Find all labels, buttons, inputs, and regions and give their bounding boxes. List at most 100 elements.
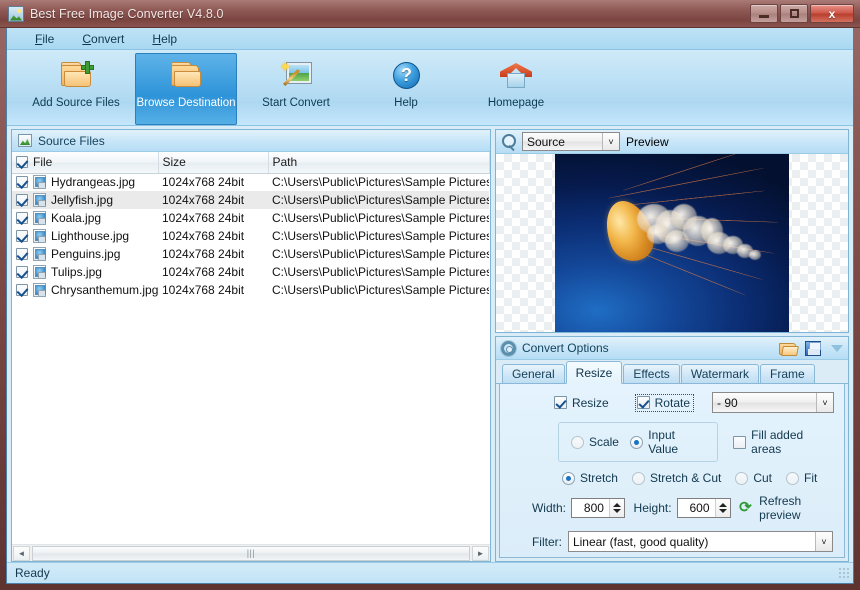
menu-bar: File Convert Help [7,28,853,50]
save-disk-icon[interactable] [804,340,823,357]
rotate-value-select[interactable]: - 90 ˅ [712,392,834,413]
row-checkbox[interactable] [16,212,28,224]
cell-path: C:\Users\Public\Pictures\Sample Pictures… [272,175,490,190]
jpg-file-icon [33,175,46,190]
close-button[interactable]: x [810,4,854,23]
tab-general[interactable]: General [501,364,565,383]
scale-radio[interactable] [570,435,584,449]
cell-file: Chrysanthemum.jpg [12,281,158,299]
folder-icon [169,60,203,90]
jpg-file-icon [33,229,46,243]
source-files-panel: Source Files File Size Path Hydrangeas.j… [11,129,491,562]
file-name: Penguins.jpg [51,247,121,261]
input-value-radio[interactable] [630,435,644,449]
table-row[interactable]: Lighthouse.jpg 1024x768 24bit C:\Users\Pub… [12,227,489,245]
column-header-size[interactable]: Size [158,152,269,174]
toolbar-label-homepage: Homepage [487,97,545,109]
file-name: Hydrangeas.jpg [51,175,136,190]
jpg-file-icon [33,247,46,261]
filter-value: Linear (fast, good quality) [568,534,815,549]
maximize-button[interactable] [780,4,808,23]
scrollbar-thumb[interactable]: ||| [32,545,470,561]
width-value: 800 [583,501,604,515]
resize-checkbox-label: Resize [571,395,609,410]
folder-plus-icon [59,60,94,90]
resize-checkbox[interactable] [553,396,567,409]
table-row[interactable]: Penguins.jpg 1024x768 24bit C:\Users\Publi… [12,245,489,263]
cell-path: C:\Users\Public\Pictures\Sample Pictures… [268,191,490,209]
column-header-path[interactable]: Path [268,152,490,174]
width-stepper-arrows[interactable] [608,499,624,517]
rotate-checkbox[interactable] [636,396,650,409]
source-files-list[interactable]: File Size Path Hydrangeas.jpg 1024x768 24… [12,152,490,544]
cut-radio[interactable] [735,471,749,485]
home-icon [499,60,533,90]
stretch-and-cut-radio[interactable] [631,471,645,485]
cell-size: 1024x768 24bit [158,191,268,209]
toolbar-button-homepage[interactable]: Homepage [465,53,567,125]
convert-options-title: Convert Options [521,341,609,355]
table-row[interactable]: Koala.jpg 1024x768 24bit C:\Users\Public\P… [12,209,489,227]
height-value: 600 [689,501,710,515]
menu-item-file[interactable]: File [21,30,68,48]
height-stepper[interactable]: 600 [676,498,731,518]
row-checkbox[interactable] [16,284,28,296]
toolbar-button-browse-destination[interactable]: Browse Destination [135,53,237,125]
chevron-down-icon[interactable] [831,344,843,352]
filter-label: Filter: [531,534,562,549]
open-folder-icon[interactable] [779,340,799,357]
row-checkbox[interactable] [16,176,28,189]
tab-effects[interactable]: Effects [623,364,680,383]
fill-added-areas-checkbox[interactable] [733,435,747,449]
jpg-file-icon [33,283,46,297]
select-all-checkbox[interactable] [16,156,28,169]
toolbar-label-browse-destination: Browse Destination [136,97,236,109]
column-header-file[interactable]: File [12,152,159,174]
tab-watermark[interactable]: Watermark [680,364,760,383]
preview-mode-select[interactable]: Source ˅ [521,132,620,151]
preview-canvas[interactable] [495,154,848,332]
minimize-button[interactable] [750,4,778,23]
width-stepper[interactable]: 800 [571,498,625,518]
stretch-radio[interactable] [561,471,575,485]
tab-frame[interactable]: Frame [760,364,815,383]
table-row[interactable]: Tulips.jpg 1024x768 24bit C:\Users\Public\… [12,263,489,281]
filter-select[interactable]: Linear (fast, good quality) ˅ [567,531,833,552]
resize-tab-panel: Resize Rotate - 90 ˅ Scale Input Value F… [498,384,845,558]
row-checkbox[interactable] [16,248,28,260]
horizontal-scrollbar[interactable]: ◄ ||| ► [12,544,490,561]
cell-size: 1024x768 24bit [162,265,245,279]
toolbar-button-start-convert[interactable]: ✦ Start Convert [245,53,347,125]
height-stepper-arrows[interactable] [714,499,730,517]
scroll-left-arrow[interactable]: ◄ [13,545,30,561]
row-checkbox[interactable] [16,266,28,278]
stretch-and-cut-radio-label: Stretch & Cut [649,471,722,485]
rotate-checkbox-group[interactable]: Rotate [634,393,694,412]
table-row[interactable]: Chrysanthemum.jpg 1024x768 24bit C:\Users\… [12,281,489,299]
scroll-right-arrow[interactable]: ► [471,545,489,561]
close-icon: x [828,6,836,21]
tab-resize[interactable]: Resize [565,361,623,384]
cell-file: Penguins.jpg [12,245,158,263]
resize-grip[interactable] [838,567,850,579]
table-row[interactable]: Hydrangeas.jpg 1024x768 24bit C:\Users\Pub… [12,173,489,191]
fit-radio[interactable] [786,471,800,485]
refresh-preview-button[interactable]: Refresh preview [759,494,834,522]
preview-label: Preview [625,134,669,149]
chevron-down-icon: ˅ [816,393,833,412]
menu-item-convert[interactable]: Convert [68,30,138,48]
row-checkbox[interactable] [16,194,28,206]
menu-convert-accel: C [82,31,92,46]
toolbar: Add Source Files Browse Destination ✦ St… [7,50,853,126]
filter-row: Filter: Linear (fast, good quality) ˅ [510,531,834,552]
cell-path: C:\Users\Public\Pictures\Sample Pictures… [272,247,490,261]
cell-file: Tulips.jpg [12,263,158,281]
toolbar-button-add-source-files[interactable]: Add Source Files [25,53,127,125]
table-header-row: File Size Path [12,152,490,174]
table-row[interactable]: Jellyfish.jpg 1024x768 24bit C:\Users\Publ… [12,191,490,209]
menu-item-help[interactable]: Help [138,30,191,48]
toolbar-label-add-source-files: Add Source Files [32,97,120,109]
row-checkbox[interactable] [16,230,28,242]
toolbar-button-help[interactable]: ? Help [355,53,457,125]
preview-mode-value: Source [526,134,565,149]
